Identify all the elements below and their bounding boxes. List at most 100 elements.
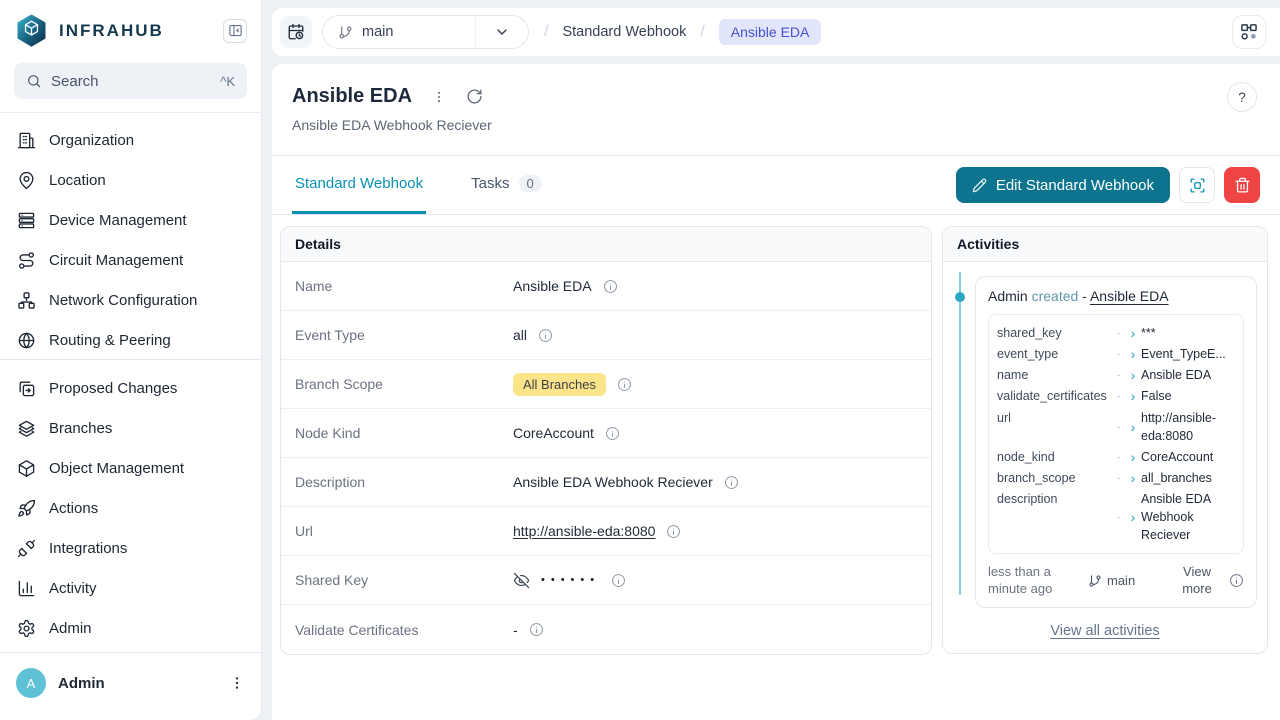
sidebar-item-admin[interactable]: Admin	[0, 608, 261, 648]
chevron-right-icon: ›	[1125, 347, 1141, 361]
layers-icon	[17, 419, 36, 438]
page-header: Ansible EDA Ansible EDA Webhook Reciever…	[272, 64, 1280, 156]
activity-separator: -	[1082, 288, 1087, 304]
collapse-sidebar-button[interactable]	[223, 19, 247, 43]
url-link[interactable]: http://ansible-eda:8080	[513, 523, 655, 539]
activity-change-validate-certificates: validate_certificates-›False	[997, 387, 1235, 405]
info-icon[interactable]	[724, 475, 739, 490]
manage-object-button[interactable]	[1179, 167, 1215, 203]
globe-icon	[17, 331, 36, 350]
help-button[interactable]: ?	[1227, 82, 1257, 112]
tab-tasks[interactable]: Tasks 0	[468, 156, 545, 214]
view-more-link[interactable]: View more	[1173, 564, 1221, 597]
search-input[interactable]: Search ^K	[14, 63, 247, 99]
detail-row-url: Urlhttp://ansible-eda:8080	[281, 507, 931, 556]
activity-branch: main	[1088, 573, 1135, 588]
breadcrumb-current[interactable]: Ansible EDA	[719, 19, 822, 45]
chevron-right-icon: ›	[1125, 420, 1141, 434]
network-icon	[17, 291, 36, 310]
title-kebab-menu-icon[interactable]	[432, 90, 446, 104]
edit-standard-webhook-button[interactable]: Edit Standard Webhook	[956, 167, 1170, 203]
sidebar-item-routing-peering[interactable]: Routing & Peering	[0, 320, 261, 359]
logo-row: INFRAHUB	[0, 0, 261, 57]
building-icon	[17, 131, 36, 150]
info-icon[interactable]	[603, 279, 618, 294]
sidebar-item-object-management[interactable]: Object Management	[0, 448, 261, 488]
activity-change-description: description-›Ansible EDA Webhook Recieve…	[997, 490, 1235, 544]
info-icon[interactable]	[617, 377, 632, 392]
tasks-count-badge: 0	[519, 175, 542, 192]
details-panel-title: Details	[281, 227, 931, 262]
activity-change-name: name-›Ansible EDA	[997, 366, 1235, 384]
sidebar-item-integrations[interactable]: Integrations	[0, 528, 261, 568]
activity-change-branch-scope: branch_scope-›all_branches	[997, 469, 1235, 487]
search-shortcut: ^K	[220, 74, 235, 89]
tab-label: Standard Webhook	[295, 175, 423, 192]
server-icon	[17, 211, 36, 230]
topbar: main / Standard Webhook / Ansible EDA	[272, 8, 1280, 56]
tab-label: Tasks	[471, 175, 509, 192]
sidebar-item-activity[interactable]: Activity	[0, 568, 261, 608]
schema-visualizer-button[interactable]	[1232, 15, 1266, 49]
detail-row-node-kind: Node KindCoreAccount	[281, 409, 931, 458]
chevron-right-icon: ›	[1125, 326, 1141, 340]
pencil-icon	[972, 178, 987, 193]
sidebar-item-device-management[interactable]: Device Management	[0, 200, 261, 240]
git-branch-icon	[1088, 574, 1102, 588]
info-icon[interactable]	[605, 426, 620, 441]
panel-collapse-icon	[228, 23, 243, 38]
info-icon[interactable]	[529, 622, 544, 637]
branch-selector[interactable]: main	[322, 15, 529, 49]
refresh-icon[interactable]	[466, 88, 483, 105]
detail-value: Ansible EDA Webhook Reciever	[513, 474, 713, 490]
git-branch-icon	[338, 25, 353, 40]
activity-change-node-kind: node_kind-›CoreAccount	[997, 448, 1235, 466]
sidebar-item-location[interactable]: Location	[0, 160, 261, 200]
chevron-down-icon	[494, 24, 510, 40]
sidebar-item-actions[interactable]: Actions	[0, 488, 261, 528]
breadcrumb-parent[interactable]: Standard Webhook	[562, 24, 686, 40]
activity-entry: Admin created - Ansible EDA shared_key-›…	[975, 276, 1257, 608]
sidebar-item-proposed-changes[interactable]: Proposed Changes	[0, 368, 261, 408]
chevron-right-icon: ›	[1125, 450, 1141, 464]
details-panel: Details NameAnsible EDAEvent TypeallBran…	[280, 226, 932, 655]
view-all-activities-link[interactable]: View all activities	[1050, 623, 1159, 639]
kebab-menu-icon[interactable]	[229, 675, 245, 691]
sidebar-item-network-configuration[interactable]: Network Configuration	[0, 280, 261, 320]
branch-selector-dropdown[interactable]	[476, 16, 528, 48]
activity-change-shared-key: shared_key-›***	[997, 324, 1235, 342]
branch-selector-current[interactable]: main	[323, 16, 475, 48]
tabs-row: Standard Webhook Tasks 0 Edit Standard W…	[272, 156, 1280, 215]
info-icon[interactable]	[1229, 573, 1244, 588]
info-icon[interactable]	[538, 328, 553, 343]
delete-button[interactable]	[1224, 167, 1260, 203]
info-icon[interactable]	[611, 573, 626, 588]
sidebar-item-organization[interactable]: Organization	[0, 120, 261, 160]
tab-standard-webhook[interactable]: Standard Webhook	[292, 156, 426, 214]
page-title: Ansible EDA	[292, 85, 412, 108]
breadcrumb-separator: /	[700, 23, 704, 41]
sidebar: INFRAHUB Search ^K OrganizationLocationD…	[0, 0, 262, 720]
branch-scope-badge: All Branches	[513, 373, 606, 396]
sidebar-item-circuit-management[interactable]: Circuit Management	[0, 240, 261, 280]
main-content: Ansible EDA Ansible EDA Webhook Reciever…	[272, 64, 1280, 720]
eye-off-icon[interactable]	[513, 572, 530, 589]
sidebar-item-branches[interactable]: Branches	[0, 408, 261, 448]
detail-row-branch-scope: Branch ScopeAll Branches	[281, 360, 931, 409]
activity-object-link[interactable]: Ansible EDA	[1090, 288, 1169, 304]
activity-changes: shared_key-›***event_type-›Event_TypeE..…	[988, 314, 1244, 554]
search-placeholder: Search	[51, 73, 211, 90]
detail-value: CoreAccount	[513, 425, 594, 441]
activity-author: Admin	[988, 288, 1028, 304]
breadcrumb: / Standard Webhook / Ansible EDA	[544, 19, 821, 45]
user-menu[interactable]: A Admin	[0, 652, 261, 720]
activities-panel: Activities Admin created - Ansible EDA s…	[942, 226, 1268, 654]
activities-body: Admin created - Ansible EDA shared_key-›…	[943, 262, 1267, 653]
info-icon[interactable]	[666, 524, 681, 539]
frame-select-icon	[1188, 176, 1207, 195]
infrahub-logo-icon	[14, 13, 49, 48]
time-travel-button[interactable]	[280, 16, 312, 48]
activity-entry-footer: less than a minute ago main View more	[988, 564, 1244, 597]
search-icon	[26, 73, 42, 89]
chevron-right-icon: ›	[1125, 389, 1141, 403]
